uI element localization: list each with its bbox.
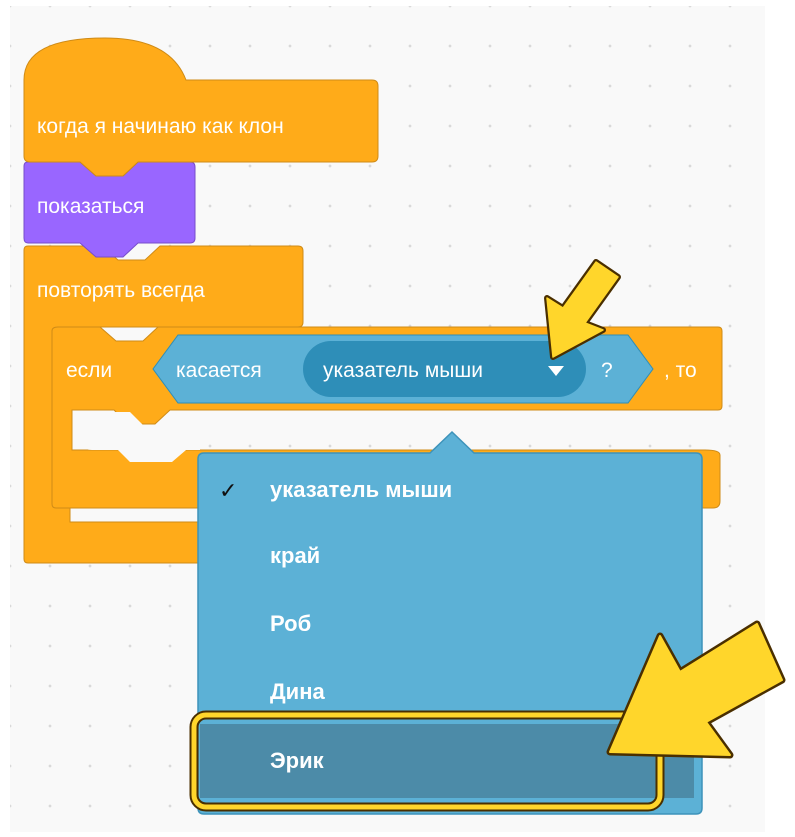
annotation-overlay (189, 259, 786, 812)
highlight-frame (189, 710, 665, 812)
pointer-arrow-icon (544, 259, 621, 360)
pointer-arrow-icon (606, 620, 786, 759)
